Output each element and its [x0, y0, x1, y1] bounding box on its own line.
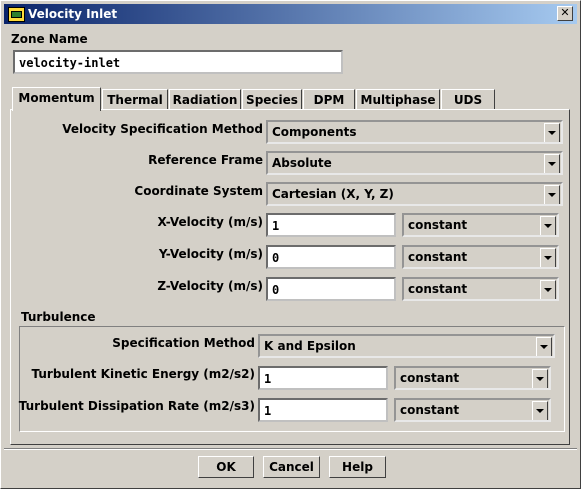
y-velocity-input[interactable]: 0 [266, 245, 396, 269]
tke-label: Turbulent Kinetic Energy (m2/s2) [31, 367, 256, 381]
velocity-spec-value: Components [272, 125, 357, 139]
z-velocity-input[interactable]: 0 [266, 277, 396, 301]
chevron-down-icon[interactable] [532, 401, 548, 420]
chevron-down-icon[interactable] [540, 248, 556, 267]
tab-momentum[interactable]: Momentum [12, 87, 101, 111]
tdr-input[interactable]: 1 [258, 398, 388, 422]
tdr-label: Turbulent Dissipation Rate (m2/s3) [18, 399, 255, 413]
cancel-button[interactable]: Cancel [263, 456, 320, 478]
window-title: Velocity Inlet [28, 7, 118, 21]
tab-uds[interactable]: UDS [441, 89, 495, 110]
coordinate-system-value: Cartesian (X, Y, Z) [272, 187, 394, 201]
x-velocity-input[interactable]: 1 [266, 213, 396, 237]
velocity-spec-label: Velocity Specification Method [62, 122, 263, 136]
tab-dpm[interactable]: DPM [303, 89, 355, 110]
chevron-down-icon[interactable] [536, 337, 552, 356]
chevron-down-icon[interactable] [540, 280, 556, 299]
y-velocity-profile-select[interactable]: constant [402, 245, 559, 269]
velocity-inlet-dialog: Velocity Inlet ✕ Zone Name velocity-inle… [0, 0, 581, 489]
zone-name-input[interactable]: velocity-inlet [13, 50, 343, 74]
tke-input[interactable]: 1 [258, 366, 388, 390]
x-velocity-profile-value: constant [408, 218, 468, 232]
button-separator [4, 448, 577, 450]
chevron-down-icon[interactable] [544, 154, 560, 173]
reference-frame-select[interactable]: Absolute [266, 151, 563, 175]
y-velocity-profile-value: constant [408, 250, 468, 264]
y-velocity-label: Y-Velocity (m/s) [158, 247, 263, 261]
velocity-spec-select[interactable]: Components [266, 120, 563, 144]
tdr-profile-select[interactable]: constant [394, 398, 551, 422]
zone-name-label: Zone Name [11, 32, 88, 46]
z-velocity-label: Z-Velocity (m/s) [157, 279, 263, 293]
reference-frame-label: Reference Frame [148, 153, 263, 167]
x-velocity-profile-select[interactable]: constant [402, 213, 559, 237]
tke-profile-select[interactable]: constant [394, 366, 551, 390]
z-velocity-profile-value: constant [408, 282, 468, 296]
close-icon[interactable]: ✕ [557, 6, 573, 21]
help-button[interactable]: Help [329, 456, 386, 478]
reference-frame-value: Absolute [272, 156, 332, 170]
tab-multiphase[interactable]: Multiphase [356, 89, 440, 110]
x-velocity-label: X-Velocity (m/s) [157, 215, 263, 229]
turbulence-spec-method-value: K and Epsilon [264, 339, 356, 353]
ok-button[interactable]: OK [198, 456, 254, 478]
tab-thermal[interactable]: Thermal [102, 89, 168, 110]
tke-profile-value: constant [400, 371, 460, 385]
tab-species[interactable]: Species [242, 89, 302, 110]
tab-radiation[interactable]: Radiation [169, 89, 241, 110]
turbulence-group-title: Turbulence [21, 310, 96, 324]
chevron-down-icon[interactable] [544, 123, 560, 142]
tdr-profile-value: constant [400, 403, 460, 417]
turbulence-spec-method-label: Specification Method [112, 336, 255, 350]
chevron-down-icon[interactable] [532, 369, 548, 388]
fluent-app-icon [8, 7, 25, 22]
chevron-down-icon[interactable] [544, 185, 560, 204]
title-bar[interactable]: Velocity Inlet ✕ [4, 4, 577, 24]
chevron-down-icon[interactable] [540, 216, 556, 235]
turbulence-spec-method-select[interactable]: K and Epsilon [258, 334, 555, 358]
coordinate-system-select[interactable]: Cartesian (X, Y, Z) [266, 182, 563, 206]
coordinate-system-label: Coordinate System [134, 184, 263, 198]
z-velocity-profile-select[interactable]: constant [402, 277, 559, 301]
